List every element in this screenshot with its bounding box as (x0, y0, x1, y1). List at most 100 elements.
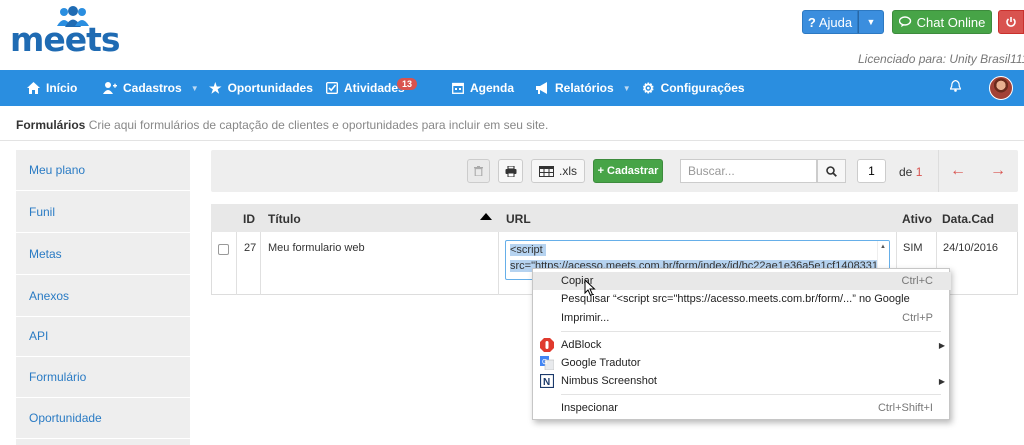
user-plus-icon (103, 82, 117, 94)
sidebar-item-label: Meu plano (29, 163, 86, 177)
ctx-label: Imprimir... (561, 312, 610, 324)
ctx-imprimir[interactable]: Imprimir... Ctrl+P (533, 309, 951, 327)
table-grid-icon (539, 165, 554, 177)
google-translate-icon: G (540, 356, 554, 370)
help-label: Ajuda (818, 14, 853, 30)
url-selected-line: <script (510, 244, 546, 256)
page-description: Crie aqui formulários de captação de cli… (88, 118, 549, 132)
ctx-divider (561, 394, 941, 395)
ctx-label: Inspecionar (561, 402, 618, 414)
chat-bubbles-icon (898, 16, 911, 27)
sidebar-item-funil[interactable]: Funil (16, 192, 190, 233)
ctx-label: Pesquisar “<script src="https://acesso.m… (561, 293, 910, 305)
cell-data: 24/10/2016 (943, 242, 999, 254)
checkbox-icon (326, 82, 338, 94)
col-divider (236, 232, 237, 295)
caret-down-icon: ▼ (190, 83, 199, 93)
ctx-label: AdBlock (561, 339, 602, 351)
help-button[interactable]: ? Ajuda (802, 10, 858, 34)
delete-button[interactable] (467, 159, 490, 183)
sidebar-item-label: Anexos (29, 289, 70, 303)
help-dropdown-button[interactable]: ▼ (858, 10, 884, 34)
nav-label: Oportunidades (227, 81, 313, 95)
notifications-bell-icon[interactable] (949, 79, 962, 95)
nav-atividades[interactable]: Atividades (326, 70, 405, 106)
sidebar-item-formulario[interactable]: Formulário (16, 357, 190, 398)
logout-button[interactable] (998, 10, 1024, 34)
toolbar-divider (938, 150, 939, 192)
table-header-row (211, 204, 1018, 232)
submenu-arrow-icon: ▶ (938, 376, 945, 386)
nav-oportunidades[interactable]: ★ Oportunidades (209, 70, 313, 106)
sidebar-item-api[interactable]: API (16, 316, 190, 357)
search-icon (826, 165, 837, 177)
page-title: Formulários (16, 118, 86, 132)
question-icon: ? (807, 14, 816, 30)
nimbus-icon: N (540, 374, 554, 388)
chat-online-button[interactable]: Chat Online (892, 10, 992, 34)
sidebar-item-label: Formulário (29, 370, 87, 384)
page-de-label: de (899, 165, 913, 179)
ctx-shortcut: Ctrl+Shift+I (877, 402, 933, 414)
caret-down-icon: ▼ (866, 17, 876, 27)
print-button[interactable] (498, 159, 523, 183)
user-avatar[interactable] (989, 76, 1013, 100)
sidebar-item-oportunidade[interactable]: Oportunidade (16, 398, 190, 439)
sidebar-item-metas[interactable]: Metas (16, 234, 190, 275)
ctx-shortcut: Ctrl+C (901, 275, 933, 287)
sidebar-item-label: API (29, 329, 49, 343)
gear-icon: ⚙ (642, 79, 655, 96)
bullhorn-icon (536, 82, 547, 94)
prev-page-arrow-icon[interactable]: ← (950, 162, 966, 180)
page-number-input[interactable] (857, 159, 886, 183)
sidebar-item-label: Oportunidade (29, 411, 102, 425)
sidebar-item-label: Funil (29, 205, 56, 219)
cell-titulo: Meu formulario web (268, 242, 365, 254)
home-icon (27, 82, 40, 94)
adblock-icon (540, 338, 554, 352)
ctx-inspecionar[interactable]: Inspecionar Ctrl+Shift+I (533, 399, 951, 417)
next-page-arrow-icon[interactable]: → (990, 162, 1006, 180)
nav-configuracoes[interactable]: ⚙ Configurações (642, 70, 745, 106)
sort-asc-icon[interactable] (480, 213, 492, 220)
sidebar-item-anexos[interactable]: Anexos (16, 276, 190, 317)
plus-icon: + (597, 165, 605, 177)
power-icon (1006, 17, 1016, 27)
ctx-google-tradutor[interactable]: G Google Tradutor (533, 354, 951, 372)
search-button[interactable] (817, 159, 846, 183)
nav-cadastros[interactable]: Cadastros ▼ (103, 70, 199, 106)
nav-agenda[interactable]: Agenda (452, 70, 514, 106)
ctx-label: Nimbus Screenshot (561, 375, 657, 387)
col-header-ativo[interactable]: Ativo (902, 212, 932, 226)
export-xls-button[interactable]: .xls (531, 159, 585, 183)
activities-count-badge: 13 (397, 78, 418, 90)
col-divider (260, 232, 261, 295)
ctx-adblock[interactable]: AdBlock ▶ (533, 336, 951, 354)
nav-label: Agenda (470, 81, 515, 95)
submenu-arrow-icon: ▶ (938, 340, 945, 350)
page-total: de 1 (899, 165, 922, 179)
row-select-checkbox[interactable] (218, 244, 229, 255)
cell-id: 27 (244, 242, 257, 254)
nav-relatorios[interactable]: Relatórios ▼ (536, 70, 631, 106)
ctx-label: Google Tradutor (561, 357, 641, 369)
col-header-id[interactable]: ID (243, 212, 255, 226)
sidebar: Meu plano Funil Metas Anexos API Formulá… (16, 150, 190, 445)
nav-inicio[interactable]: Início (27, 70, 77, 106)
cadastrar-label: Cadastrar (607, 165, 659, 177)
ctx-nimbus-screenshot[interactable]: N Nimbus Screenshot ▶ (533, 372, 951, 390)
sidebar-item-meu-plano[interactable]: Meu plano (16, 150, 190, 191)
logo-text: meets (10, 20, 121, 59)
mouse-pointer-icon (584, 279, 596, 297)
cadastrar-button[interactable]: + Cadastrar (593, 159, 663, 183)
col-header-data[interactable]: Data.Cad (942, 212, 994, 226)
col-header-url[interactable]: URL (506, 212, 531, 226)
ctx-divider (561, 331, 941, 332)
svg-text:N: N (543, 377, 550, 388)
scroll-up-icon[interactable]: ▲ (880, 244, 886, 250)
search-input[interactable] (680, 159, 817, 183)
cell-ativo: SIM (903, 242, 923, 254)
page-header: Formulários Crie aqui formulários de cap… (16, 118, 548, 132)
meets-logo[interactable]: meets (10, 6, 121, 59)
col-header-titulo[interactable]: Título (268, 212, 301, 226)
